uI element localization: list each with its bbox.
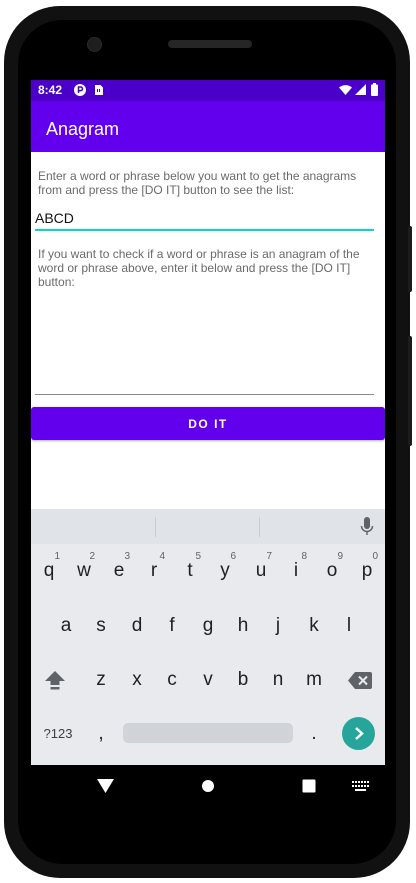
back-icon[interactable] (97, 779, 114, 793)
notification-p-icon (74, 84, 86, 99)
backspace-icon (348, 672, 372, 689)
symbols-key[interactable]: ?123 (38, 714, 78, 754)
main-content: Enter a word or phrase below you want to… (31, 152, 385, 509)
backspace-key[interactable] (344, 660, 376, 700)
key-r[interactable]: r4 (138, 551, 170, 591)
status-time: 8:42 (38, 83, 63, 97)
earpiece-speaker (168, 40, 252, 48)
check-input-underline (35, 394, 374, 395)
shift-icon (45, 671, 65, 690)
key-y[interactable]: y6 (209, 551, 241, 591)
status-bar: 8:42 (31, 80, 385, 101)
word-input[interactable]: ABCD (35, 210, 374, 232)
suggestion-strip (31, 509, 385, 544)
key-e[interactable]: e3 (103, 551, 135, 591)
key-z[interactable]: z (85, 660, 117, 700)
app-bar: Anagram (31, 101, 385, 152)
key-t[interactable]: t5 (174, 551, 206, 591)
power-button (408, 226, 412, 292)
volume-button (408, 336, 412, 446)
key-m[interactable]: m (298, 660, 330, 700)
key-u[interactable]: u7 (245, 551, 277, 591)
key-j[interactable]: j (262, 606, 294, 646)
key-w[interactable]: w2 (68, 551, 100, 591)
key-k[interactable]: k (298, 606, 330, 646)
signal-icon (355, 84, 366, 98)
key-n[interactable]: n (262, 660, 294, 700)
suggestion-divider (259, 517, 260, 537)
navigation-bar (31, 765, 385, 817)
wifi-icon (339, 84, 352, 98)
key-v[interactable]: v (192, 660, 224, 700)
app-title: Anagram (46, 119, 120, 139)
keyboard-switch-icon[interactable] (352, 781, 369, 791)
recents-icon[interactable] (302, 779, 316, 793)
spacebar[interactable] (123, 723, 293, 743)
sim-card-icon (94, 84, 104, 99)
instruction-text-2: If you want to check if a word or phrase… (38, 247, 360, 289)
microphone-icon[interactable] (360, 517, 374, 542)
battery-icon (371, 83, 378, 99)
key-d[interactable]: d (121, 606, 153, 646)
instruction-text-1: Enter a word or phrase below you want to… (38, 169, 357, 197)
check-input[interactable] (35, 378, 374, 400)
do-it-label: DO IT (188, 416, 228, 431)
key-f[interactable]: f (156, 606, 188, 646)
key-s[interactable]: s (85, 606, 117, 646)
arrow-right-icon (355, 727, 364, 740)
key-o[interactable]: o9 (316, 551, 348, 591)
word-input-underline (35, 229, 374, 231)
key-i[interactable]: i8 (280, 551, 312, 591)
key-p[interactable]: p0 (351, 551, 383, 591)
key-g[interactable]: g (192, 606, 224, 646)
enter-key[interactable] (342, 717, 375, 750)
key-q[interactable]: q1 (33, 551, 65, 591)
comma-key[interactable]: , (85, 714, 117, 754)
key-h[interactable]: h (227, 606, 259, 646)
key-l[interactable]: l (333, 606, 365, 646)
home-icon[interactable] (201, 779, 215, 793)
shift-key[interactable] (39, 660, 71, 700)
front-camera (87, 37, 102, 52)
suggestion-divider (155, 517, 156, 537)
key-c[interactable]: c (156, 660, 188, 700)
period-key[interactable]: . (298, 714, 330, 754)
key-x[interactable]: x (121, 660, 153, 700)
soft-keyboard: q1 w2 e3 r4 t5 y6 u7 i8 o9 p0 a s d f g … (31, 509, 385, 765)
device-screen: 8:42 Anagram Enter a word or phrase belo… (31, 80, 385, 817)
word-input-value: ABCD (35, 210, 74, 226)
key-a[interactable]: a (50, 606, 82, 646)
do-it-button[interactable]: DO IT (31, 407, 385, 440)
key-b[interactable]: b (227, 660, 259, 700)
